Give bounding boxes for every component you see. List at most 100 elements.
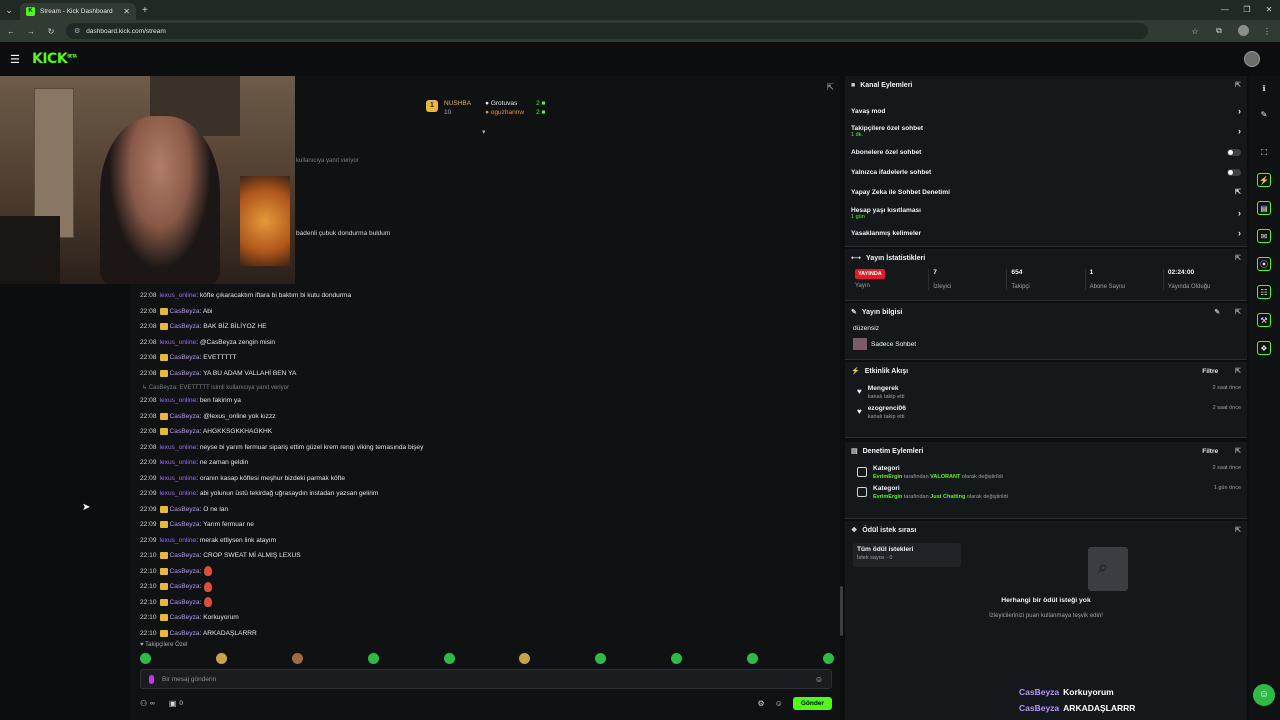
expand-icon[interactable]: ⇱ [1235, 447, 1241, 455]
message-username[interactable]: lexus_online [160, 397, 197, 404]
chat-icon[interactable]: ✉ [1257, 229, 1271, 243]
emote-icon[interactable] [747, 653, 758, 664]
expand-icon[interactable]: ⇱ [1235, 81, 1241, 89]
emote-icon[interactable] [595, 653, 607, 664]
message-username[interactable]: CasBeyza [170, 370, 200, 377]
send-button[interactable]: Gönder [792, 696, 832, 710]
url-field[interactable]: ⚙ dashboard.kick.com/stream [66, 23, 1148, 39]
emote-icon[interactable] [367, 653, 379, 664]
site-info-icon[interactable]: ⚙ [74, 27, 80, 35]
faint-message: badenli çubuk dondurma buldum [296, 230, 391, 237]
stats-icon[interactable]: ☷ [1257, 285, 1271, 299]
browser-tab[interactable]: K Stream - Kick Dashboard ✕ [20, 3, 136, 20]
message-username[interactable]: lexus_online [160, 459, 197, 466]
expand-icon[interactable]: ⇱ [1235, 308, 1241, 316]
forward-icon[interactable]: → [26, 27, 36, 36]
popout-icon[interactable]: ⇱ [826, 82, 834, 93]
profile-icon[interactable] [1236, 24, 1250, 38]
user-avatar[interactable] [1244, 51, 1260, 67]
emote-icon[interactable] [215, 653, 227, 664]
document-icon[interactable]: ▤ [1257, 201, 1271, 215]
message-username[interactable]: CasBeyza [170, 354, 200, 361]
message-username[interactable]: lexus_online [160, 339, 197, 346]
message-username[interactable]: CasBeyza [170, 630, 200, 637]
message-username[interactable]: lexus_online [160, 537, 197, 544]
message-username[interactable]: CasBeyza [170, 583, 200, 590]
message-username[interactable]: CasBeyza [170, 506, 200, 513]
bookmark-star-icon[interactable]: ☆ [1188, 27, 1202, 36]
hamburger-menu-icon[interactable]: ☰ [10, 53, 26, 66]
followers-only-label: ♥ Takipçilere Özel [140, 642, 188, 648]
event-user[interactable]: Mengerek [868, 385, 1207, 392]
filter-button[interactable]: Filtre [1202, 448, 1218, 455]
subs-chat-toggle[interactable] [1227, 148, 1241, 156]
panel-title: Kanal Eylemleri [860, 81, 913, 89]
url-text: dashboard.kick.com/stream [86, 27, 166, 35]
message-username[interactable]: CasBeyza [170, 521, 200, 528]
slow-mode-row[interactable]: Yavaş mod › [845, 102, 1247, 120]
emote-icon[interactable] [822, 653, 834, 664]
pencil-icon[interactable]: ✎ [1257, 108, 1271, 122]
expand-icon[interactable]: ⇱ [1235, 367, 1241, 375]
wrench-icon[interactable]: ⚒ [1257, 313, 1271, 327]
emote-menu-icon[interactable]: ☺ [775, 699, 783, 708]
emoji-picker-icon[interactable]: ☺ [815, 675, 823, 684]
event-user[interactable]: ezogrenci06 [868, 405, 1207, 412]
message-username[interactable]: lexus_online [160, 444, 197, 451]
minimize-icon[interactable]: — [1214, 0, 1236, 20]
close-window-icon[interactable]: ✕ [1258, 0, 1280, 20]
chat-input[interactable]: Bir mesaj gönderin ☺ [140, 669, 832, 689]
tab-close-icon[interactable]: ✕ [123, 7, 130, 16]
expand-icon[interactable]: ⇱ [1235, 254, 1241, 262]
message-username[interactable]: lexus_online [160, 490, 197, 497]
filter-button[interactable]: Filtre [1202, 368, 1218, 375]
message-username[interactable]: CasBeyza [170, 413, 200, 420]
message-username[interactable]: lexus_online [160, 475, 197, 482]
tab-search-icon[interactable]: ⌄ [0, 5, 18, 16]
banned-words-row[interactable]: Yasaklanmış kelimeler › [845, 224, 1247, 242]
new-tab-icon[interactable]: + [142, 5, 148, 16]
emote-icon[interactable] [519, 653, 531, 664]
emote-icon[interactable] [140, 653, 151, 664]
event-time: 2 saat önce [1212, 385, 1241, 391]
emote-chat-toggle[interactable] [1227, 168, 1241, 176]
message-username[interactable]: CasBeyza [170, 568, 200, 575]
message-username[interactable]: CasBeyza [170, 599, 200, 606]
emote-icon[interactable] [443, 653, 455, 664]
empty-hint: İzleyicilerinizi puan kullanmaya teşvik … [989, 613, 1103, 619]
message-username[interactable]: CasBeyza [170, 552, 200, 559]
browser-menu-icon[interactable]: ⋮ [1260, 27, 1274, 36]
back-icon[interactable]: ← [6, 27, 16, 36]
all-rewards-tab[interactable]: Tüm ödül istekleri İstek sayısı - 0 [853, 543, 961, 567]
ai-mod-row[interactable]: Yapay Zeka ile Sohbet Denetimi ⇱ [845, 182, 1247, 202]
bolt-icon[interactable]: ⚡ [1257, 173, 1271, 187]
expand-icon[interactable]: ⇱ [1235, 526, 1241, 534]
message-time: 22:08 [140, 338, 157, 346]
kick-logo[interactable]: KICKBETA [32, 51, 77, 67]
settings-gear-icon[interactable]: ⚙ [758, 699, 765, 708]
message-username[interactable]: lexus_online [160, 292, 197, 299]
screen-icon[interactable]: ⛶ [1257, 146, 1271, 160]
rewards-icon[interactable]: ❖ [1257, 341, 1271, 355]
emote-icon[interactable] [671, 653, 683, 664]
reload-icon[interactable]: ↻ [46, 27, 56, 36]
broadcast-icon[interactable]: ⦿ [1257, 257, 1271, 271]
info-icon[interactable]: ℹ [1257, 82, 1271, 96]
emote-icon[interactable] [291, 653, 303, 664]
message-username[interactable]: CasBeyza [170, 323, 200, 330]
extensions-icon[interactable]: ⧉ [1212, 26, 1226, 36]
maximize-icon[interactable]: ❐ [1236, 0, 1258, 20]
message-username[interactable]: CasBeyza [170, 428, 200, 435]
edit-icon[interactable]: ✎ [1214, 308, 1220, 316]
gift-icon[interactable]: ▣ [169, 699, 177, 708]
chat-scrollbar[interactable] [840, 586, 843, 636]
age-limit-row[interactable]: Hesap yaşı kısıtlaması 1 gün › [845, 202, 1247, 224]
followers-chat-row[interactable]: Takipçilere özel sohbet 1 dk. › [845, 120, 1247, 142]
message-username[interactable]: CasBeyza [170, 308, 200, 315]
chat-message: 22:08 lexus_online: @CasBeyza zengin misi… [140, 335, 830, 351]
chat-message: 22:08 lexus_online: neyse bi yarım fermua… [140, 440, 830, 456]
message-username[interactable]: CasBeyza [170, 614, 200, 621]
collapse-chevron-icon[interactable]: ▾ [482, 128, 486, 136]
users-icon[interactable]: ⚇ [140, 699, 147, 708]
help-chat-icon[interactable]: ☺ [1253, 684, 1275, 706]
